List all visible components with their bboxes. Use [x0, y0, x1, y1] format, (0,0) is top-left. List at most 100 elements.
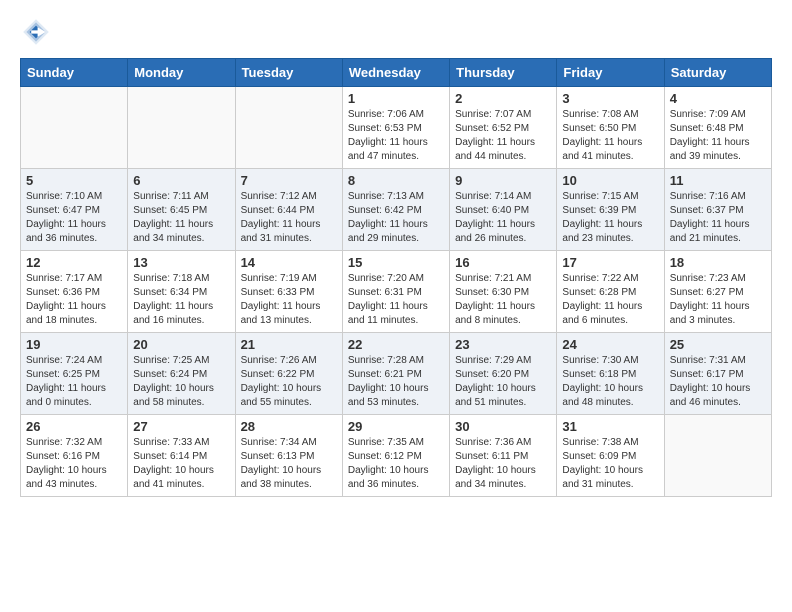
day-info: Sunrise: 7:14 AM Sunset: 6:40 PM Dayligh…	[455, 190, 551, 246]
calendar-cell: 28Sunrise: 7:34 AM Sunset: 6:13 PM Dayli…	[235, 415, 342, 497]
day-info: Sunrise: 7:32 AM Sunset: 6:16 PM Dayligh…	[26, 436, 122, 492]
day-number: 29	[348, 419, 444, 434]
day-number: 17	[562, 255, 658, 270]
calendar-cell: 14 Sunrise: 7:19 AM Sunset: 6:33 PM Dayli…	[235, 251, 342, 333]
day-info: Sunrise: 7:22 AM Sunset: 6:28 PM Dayligh…	[562, 272, 658, 328]
week-row-3: 12 Sunrise: 7:17 AM Sunset: 6:36 PM Dayli…	[21, 251, 772, 333]
day-info: Sunrise: 7:21 AM Sunset: 6:30 PM Dayligh…	[455, 272, 551, 328]
day-number: 1	[348, 91, 444, 106]
day-number: 31	[562, 419, 658, 434]
calendar-cell: 1Sunrise: 7:06 AM Sunset: 6:53 PM Daylig…	[342, 87, 449, 169]
day-info: Sunrise: 7:15 AM Sunset: 6:39 PM Dayligh…	[562, 190, 658, 246]
calendar-cell: 29 Sunrise: 7:35 AM Sunset: 6:12 PM Dayli…	[342, 415, 449, 497]
day-header-wednesday: Wednesday	[342, 59, 449, 87]
calendar-cell: 8 Sunrise: 7:13 AM Sunset: 6:42 PM Daylig…	[342, 169, 449, 251]
day-info: Sunrise: 7:29 AM Sunset: 6:20 PM Dayligh…	[455, 354, 551, 410]
week-row-5: 26 Sunrise: 7:32 AM Sunset: 6:16 PM Dayli…	[21, 415, 772, 497]
calendar-table: SundayMondayTuesdayWednesdayThursdayFrid…	[20, 58, 772, 497]
day-number: 9	[455, 173, 551, 188]
calendar-cell: 16 Sunrise: 7:21 AM Sunset: 6:30 PM Dayli…	[450, 251, 557, 333]
day-number: 27	[133, 419, 229, 434]
day-number: 14	[241, 255, 337, 270]
day-number: 5	[26, 173, 122, 188]
calendar-cell: 12 Sunrise: 7:17 AM Sunset: 6:36 PM Dayli…	[21, 251, 128, 333]
day-info: Sunrise: 7:20 AM Sunset: 6:31 PM Dayligh…	[348, 272, 444, 328]
day-info: Sunrise: 7:28 AM Sunset: 6:21 PM Dayligh…	[348, 354, 444, 410]
header-row: SundayMondayTuesdayWednesdayThursdayFrid…	[21, 59, 772, 87]
day-info: Sunrise: 7:38 AM Sunset: 6:09 PM Dayligh…	[562, 436, 658, 492]
calendar-cell: 11 Sunrise: 7:16 AM Sunset: 6:37 PM Dayli…	[664, 169, 771, 251]
calendar-cell	[128, 87, 235, 169]
day-number: 18	[670, 255, 766, 270]
day-number: 3	[562, 91, 658, 106]
calendar-cell: 27Sunrise: 7:33 AM Sunset: 6:14 PM Dayli…	[128, 415, 235, 497]
calendar-cell: 5Sunrise: 7:10 AM Sunset: 6:47 PM Daylig…	[21, 169, 128, 251]
day-number: 7	[241, 173, 337, 188]
week-row-4: 19 Sunrise: 7:24 AM Sunset: 6:25 PM Dayli…	[21, 333, 772, 415]
day-info: Sunrise: 7:36 AM Sunset: 6:11 PM Dayligh…	[455, 436, 551, 492]
day-number: 22	[348, 337, 444, 352]
day-number: 13	[133, 255, 229, 270]
logo-icon	[20, 16, 52, 48]
day-info: Sunrise: 7:17 AM Sunset: 6:36 PM Dayligh…	[26, 272, 122, 328]
calendar-cell: 25 Sunrise: 7:31 AM Sunset: 6:17 PM Dayli…	[664, 333, 771, 415]
day-number: 4	[670, 91, 766, 106]
day-number: 2	[455, 91, 551, 106]
day-number: 16	[455, 255, 551, 270]
day-number: 26	[26, 419, 122, 434]
day-info: Sunrise: 7:25 AM Sunset: 6:24 PM Dayligh…	[133, 354, 229, 410]
calendar-cell: 3Sunrise: 7:08 AM Sunset: 6:50 PM Daylig…	[557, 87, 664, 169]
day-header-monday: Monday	[128, 59, 235, 87]
day-info: Sunrise: 7:26 AM Sunset: 6:22 PM Dayligh…	[241, 354, 337, 410]
calendar-cell: 19 Sunrise: 7:24 AM Sunset: 6:25 PM Dayli…	[21, 333, 128, 415]
day-number: 11	[670, 173, 766, 188]
day-info: Sunrise: 7:13 AM Sunset: 6:42 PM Dayligh…	[348, 190, 444, 246]
day-number: 20	[133, 337, 229, 352]
day-info: Sunrise: 7:31 AM Sunset: 6:17 PM Dayligh…	[670, 354, 766, 410]
calendar-cell: 17 Sunrise: 7:22 AM Sunset: 6:28 PM Dayli…	[557, 251, 664, 333]
day-info: Sunrise: 7:12 AM Sunset: 6:44 PM Dayligh…	[241, 190, 337, 246]
day-number: 6	[133, 173, 229, 188]
calendar-cell: 21 Sunrise: 7:26 AM Sunset: 6:22 PM Dayli…	[235, 333, 342, 415]
day-header-thursday: Thursday	[450, 59, 557, 87]
calendar-cell: 20 Sunrise: 7:25 AM Sunset: 6:24 PM Dayli…	[128, 333, 235, 415]
day-number: 8	[348, 173, 444, 188]
week-row-2: 5Sunrise: 7:10 AM Sunset: 6:47 PM Daylig…	[21, 169, 772, 251]
day-number: 12	[26, 255, 122, 270]
day-info: Sunrise: 7:35 AM Sunset: 6:12 PM Dayligh…	[348, 436, 444, 492]
calendar-cell: 10 Sunrise: 7:15 AM Sunset: 6:39 PM Dayli…	[557, 169, 664, 251]
week-row-1: 1Sunrise: 7:06 AM Sunset: 6:53 PM Daylig…	[21, 87, 772, 169]
day-info: Sunrise: 7:16 AM Sunset: 6:37 PM Dayligh…	[670, 190, 766, 246]
day-number: 23	[455, 337, 551, 352]
day-number: 25	[670, 337, 766, 352]
calendar-cell	[235, 87, 342, 169]
day-header-tuesday: Tuesday	[235, 59, 342, 87]
day-number: 10	[562, 173, 658, 188]
calendar-cell: 24 Sunrise: 7:30 AM Sunset: 6:18 PM Dayli…	[557, 333, 664, 415]
day-info: Sunrise: 7:23 AM Sunset: 6:27 PM Dayligh…	[670, 272, 766, 328]
day-info: Sunrise: 7:19 AM Sunset: 6:33 PM Dayligh…	[241, 272, 337, 328]
calendar-cell	[21, 87, 128, 169]
calendar-cell: 30 Sunrise: 7:36 AM Sunset: 6:11 PM Dayli…	[450, 415, 557, 497]
day-number: 19	[26, 337, 122, 352]
calendar-cell: 6Sunrise: 7:11 AM Sunset: 6:45 PM Daylig…	[128, 169, 235, 251]
calendar-cell: 18 Sunrise: 7:23 AM Sunset: 6:27 PM Dayli…	[664, 251, 771, 333]
calendar-cell: 7 Sunrise: 7:12 AM Sunset: 6:44 PM Daylig…	[235, 169, 342, 251]
day-info: Sunrise: 7:24 AM Sunset: 6:25 PM Dayligh…	[26, 354, 122, 410]
page-header	[20, 16, 772, 48]
day-info: Sunrise: 7:09 AM Sunset: 6:48 PM Dayligh…	[670, 108, 766, 164]
day-number: 24	[562, 337, 658, 352]
calendar-cell: 13 Sunrise: 7:18 AM Sunset: 6:34 PM Dayli…	[128, 251, 235, 333]
calendar-cell: 2Sunrise: 7:07 AM Sunset: 6:52 PM Daylig…	[450, 87, 557, 169]
day-number: 28	[241, 419, 337, 434]
day-number: 21	[241, 337, 337, 352]
calendar-cell: 9 Sunrise: 7:14 AM Sunset: 6:40 PM Daylig…	[450, 169, 557, 251]
day-info: Sunrise: 7:30 AM Sunset: 6:18 PM Dayligh…	[562, 354, 658, 410]
day-info: Sunrise: 7:18 AM Sunset: 6:34 PM Dayligh…	[133, 272, 229, 328]
calendar-cell: 26 Sunrise: 7:32 AM Sunset: 6:16 PM Dayli…	[21, 415, 128, 497]
calendar-cell: 4 Sunrise: 7:09 AM Sunset: 6:48 PM Daylig…	[664, 87, 771, 169]
calendar-cell: 22 Sunrise: 7:28 AM Sunset: 6:21 PM Dayli…	[342, 333, 449, 415]
day-number: 30	[455, 419, 551, 434]
calendar-cell: 15Sunrise: 7:20 AM Sunset: 6:31 PM Dayli…	[342, 251, 449, 333]
calendar-cell	[664, 415, 771, 497]
